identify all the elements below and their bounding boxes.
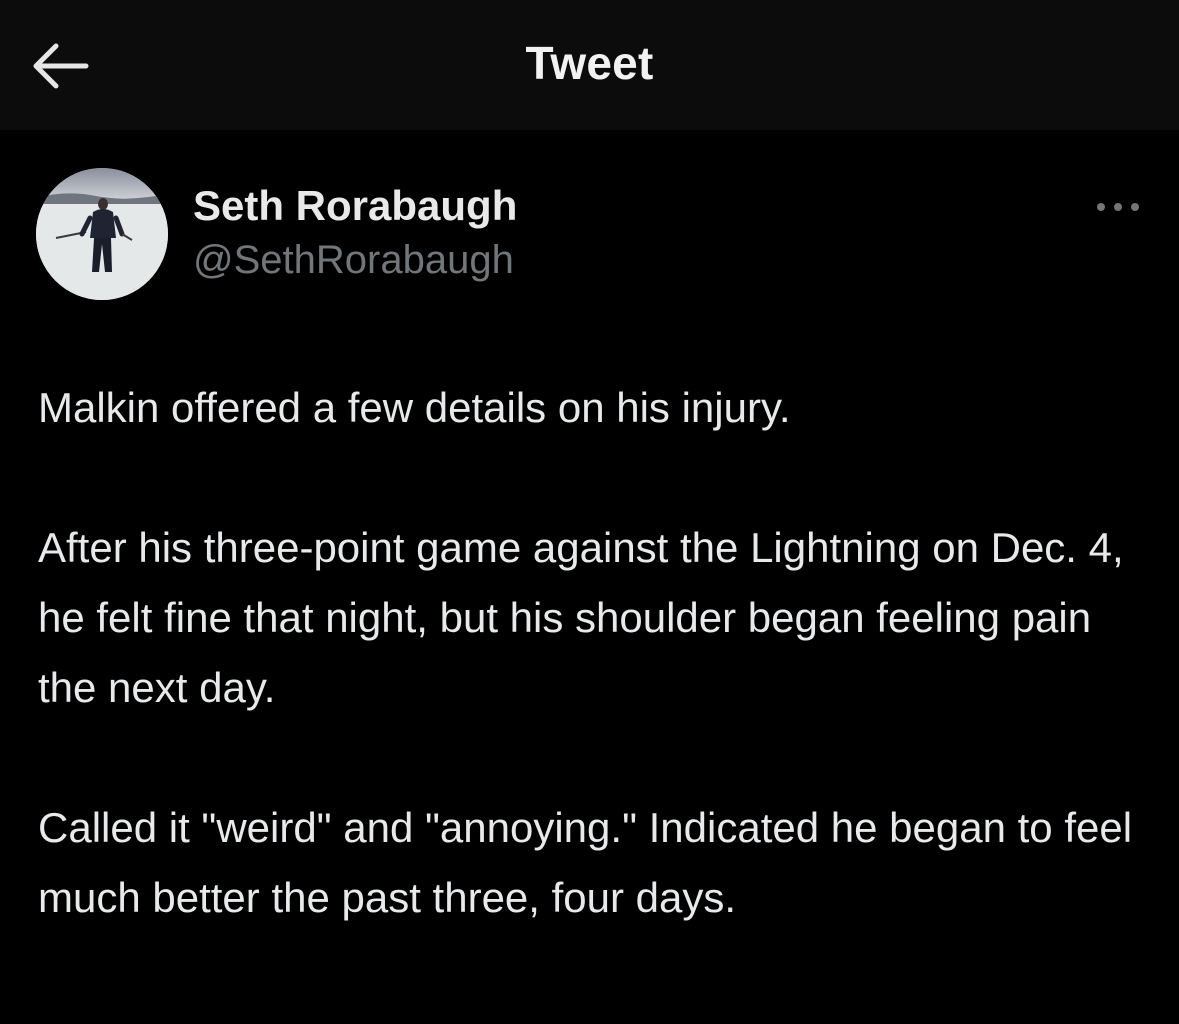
more-options-button[interactable] xyxy=(1088,192,1148,222)
tweet-paragraph: After his three-point game against the L… xyxy=(38,524,1124,711)
tweet-paragraph: Malkin offered a few details on his inju… xyxy=(38,384,791,431)
avatar[interactable] xyxy=(36,168,168,300)
tweet-text: Malkin offered a few details on his inju… xyxy=(38,373,1158,933)
author-name[interactable]: Seth Rorabaugh xyxy=(193,182,517,230)
top-bar: Tweet xyxy=(0,0,1179,130)
author-handle[interactable]: @SethRorabaugh xyxy=(193,238,514,283)
ellipsis-icon xyxy=(1097,203,1139,211)
avatar-photo xyxy=(36,168,168,300)
page-title: Tweet xyxy=(525,37,654,89)
tweet-paragraph: Called it "weird" and "annoying." Indica… xyxy=(38,804,1133,921)
tweet-card: Seth Rorabaugh @SethRorabaugh Malkin off… xyxy=(0,130,1179,1024)
